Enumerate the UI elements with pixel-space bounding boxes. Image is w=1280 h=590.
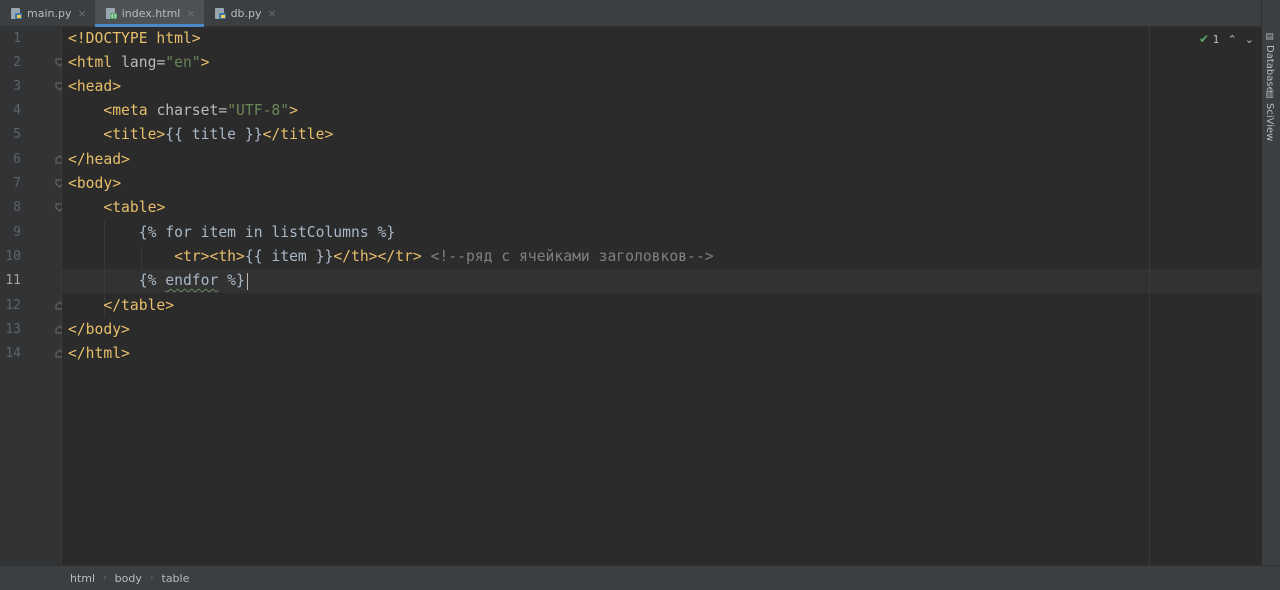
- chevron-up-icon[interactable]: ⌃: [1228, 33, 1237, 46]
- code-token: charset: [156, 102, 219, 119]
- code-line-8: <table>: [68, 196, 165, 220]
- right-tool-strip: ▤ Database ▥ SciView: [1261, 0, 1280, 566]
- code-line-2: <html lang="en">: [68, 51, 210, 75]
- code-token: <table>: [103, 199, 166, 216]
- code-token: <tr><th>: [174, 248, 245, 265]
- code-token: =: [218, 102, 228, 119]
- code-line-10: <tr><th>{{ item }}</th></tr> <!--ряд с я…: [68, 245, 714, 269]
- code-token: %}: [218, 272, 245, 289]
- code-token: >: [200, 54, 210, 71]
- tab-main-py[interactable]: main.py ×: [0, 0, 95, 26]
- tab-index-html[interactable]: index.html ×: [94, 0, 204, 27]
- line-number: 13: [5, 322, 21, 337]
- ide-window: main.py × index.html × db.py × ▤ Databas…: [0, 0, 1280, 590]
- tab-label: main.py: [27, 6, 72, 20]
- code-token: <meta: [103, 102, 157, 119]
- code-line-3: <head>: [68, 75, 121, 99]
- code-token: </body>: [68, 321, 130, 338]
- code-token: <!DOCTYPE html>: [68, 30, 201, 47]
- code-line-4: <meta charset="UTF-8">: [68, 99, 298, 123]
- line-number: 8: [13, 200, 21, 215]
- python-file-icon: [11, 7, 22, 19]
- code-line-7: <body>: [68, 172, 121, 196]
- tab-label: db.py: [230, 6, 262, 20]
- code-line-12: </table>: [68, 294, 174, 318]
- code-token: {%: [138, 272, 166, 289]
- code-token: =: [156, 54, 166, 71]
- close-icon[interactable]: ×: [77, 7, 86, 20]
- code-editor[interactable]: <!DOCTYPE html> <html lang="en"> <head> …: [62, 27, 1262, 565]
- line-number: 9: [13, 225, 21, 240]
- code-token: lang: [121, 54, 157, 71]
- inspection-count: 1: [1212, 33, 1220, 46]
- tab-db-py[interactable]: db.py ×: [204, 0, 285, 26]
- code-token: </title>: [262, 126, 334, 143]
- sciview-icon: ▥: [1264, 90, 1275, 100]
- editor-tabs: main.py × index.html × db.py ×: [0, 0, 1262, 27]
- line-number: 4: [13, 103, 21, 118]
- html-file-icon: [105, 7, 117, 19]
- code-token: {{ item }}: [244, 248, 334, 265]
- line-number: 5: [13, 127, 21, 142]
- database-icon: ▤: [1264, 32, 1275, 42]
- code-line-9: {% for item in listColumns %}: [68, 221, 395, 245]
- inspection-widget[interactable]: ✔ 1 ⌃ ⌄: [1199, 30, 1254, 48]
- code-line-11: {% endfor %}: [68, 269, 245, 293]
- line-number-current: 11: [5, 273, 21, 288]
- code-line-13: </body>: [68, 318, 130, 342]
- line-number: 1: [13, 31, 21, 46]
- code-line-5: <title>{{ title }}</title>: [68, 123, 333, 147]
- line-number: 12: [5, 298, 21, 313]
- line-number: 6: [13, 152, 21, 167]
- breadcrumb: html › body › table: [0, 565, 1280, 590]
- code-token: </html>: [68, 345, 130, 362]
- code-token: {% for item in listColumns %}: [138, 224, 396, 241]
- text-caret: [247, 273, 248, 290]
- code-token: <html: [68, 54, 122, 71]
- database-tool-label: Database: [1264, 45, 1275, 93]
- code-line-1: <!DOCTYPE html>: [68, 27, 201, 51]
- sciview-tool-button[interactable]: ▥ SciView: [1264, 90, 1275, 141]
- code-token: </th></tr>: [333, 248, 422, 265]
- close-icon[interactable]: ×: [186, 7, 195, 20]
- code-token: "UTF-8": [227, 102, 290, 119]
- close-icon[interactable]: ×: [268, 7, 277, 20]
- code-token: </head>: [68, 151, 130, 168]
- database-tool-button[interactable]: ▤ Database: [1264, 32, 1275, 93]
- code-comment: <!--ряд с ячейками заголовков-->: [421, 248, 714, 265]
- chevron-down-icon[interactable]: ⌄: [1245, 33, 1254, 46]
- breadcrumb-item[interactable]: html: [62, 572, 103, 585]
- tab-label: index.html: [121, 6, 181, 20]
- right-margin-guide: [1149, 27, 1150, 565]
- line-number: 10: [5, 249, 21, 264]
- code-line-14: </html>: [68, 342, 130, 366]
- code-token: <body>: [68, 175, 122, 192]
- code-line-6: </head>: [68, 148, 130, 172]
- inspection-status[interactable]: ✔ 1: [1199, 32, 1220, 46]
- code-token: >: [289, 102, 298, 119]
- code-token: <head>: [68, 78, 122, 95]
- code-token-spellcheck: endfor: [165, 272, 219, 289]
- line-number: 14: [5, 346, 21, 361]
- code-token: </table>: [103, 297, 175, 314]
- sciview-tool-label: SciView: [1264, 103, 1275, 142]
- breadcrumb-item[interactable]: table: [154, 572, 198, 585]
- line-number: 7: [13, 176, 21, 191]
- line-number: 2: [13, 55, 21, 70]
- breadcrumb-item[interactable]: body: [107, 572, 150, 585]
- line-number-gutter[interactable]: 1 2 3 4 5 6 7 8 9 10 11 12 13 14: [0, 27, 64, 565]
- code-token: "en": [165, 54, 201, 71]
- check-icon: ✔: [1199, 32, 1210, 46]
- python-file-icon: [214, 7, 226, 19]
- line-number: 3: [13, 79, 21, 94]
- code-token: {{ title }}: [165, 126, 263, 143]
- code-token: <title>: [103, 126, 166, 143]
